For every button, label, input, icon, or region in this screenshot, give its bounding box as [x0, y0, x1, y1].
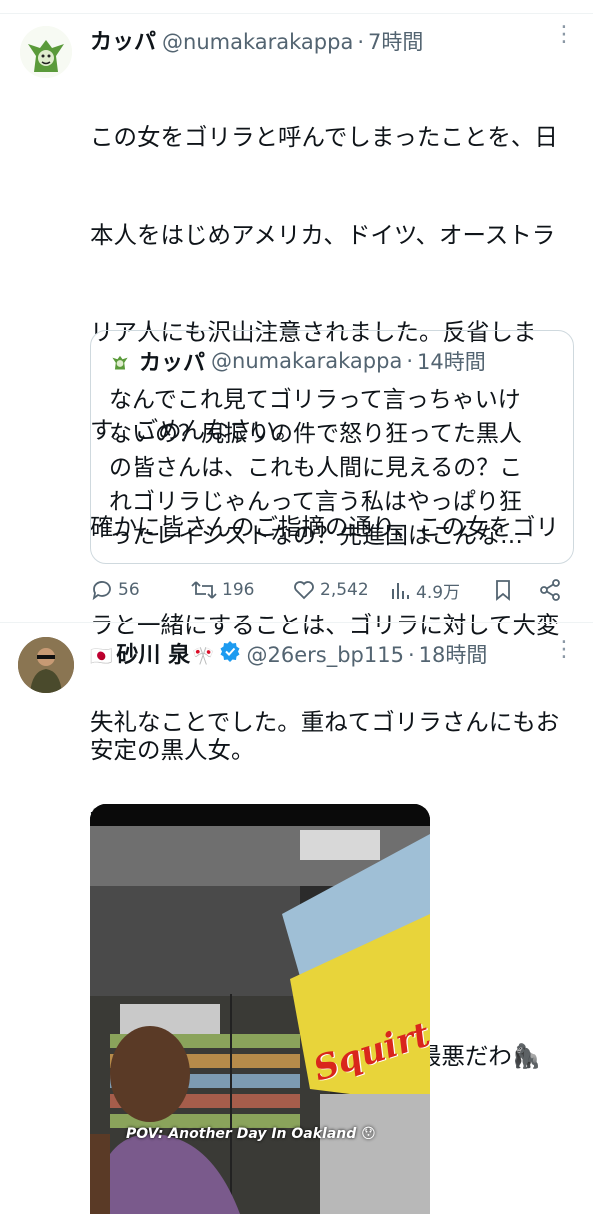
text-line: この女をゴリラと呼んでしまったことを、日 [90, 123, 558, 151]
quoted-tweet[interactable]: カッパ @numakarakappa · 14時間 なんでこれ見てゴリラって言っ… [90, 330, 574, 564]
quote-header: カッパ @numakarakappa · 14時間 [109, 345, 486, 377]
text-line: の皆さんは、これも人間に見えるの？こ [109, 455, 523, 481]
text-line: ないの？尻振りの件で怒り狂ってた黒人 [109, 421, 522, 447]
author-name[interactable]: カッパ [90, 24, 156, 56]
sunagawa-avatar[interactable] [18, 637, 74, 693]
quote-author-handle: @numakarakappa [211, 349, 403, 373]
more-options-icon[interactable]: ⋮ [553, 22, 575, 47]
text-line: 本人をはじめアメリカ、ドイツ、オーストラ [90, 220, 556, 249]
views-icon [392, 582, 409, 599]
crossed-flags-emoji: 🎌 [192, 646, 215, 667]
video-caption: POV: Another Day In Oakland 😯 [126, 1126, 376, 1142]
repost-icon [191, 581, 217, 599]
view-count: 4.9万 [416, 583, 461, 603]
more-options-icon[interactable]: ⋮ [553, 637, 575, 662]
text-line: ったレイシストなの？先進国はこんな… [109, 523, 523, 549]
like-button[interactable]: 2,542 [292, 578, 369, 602]
quote-author-name: カッパ [139, 351, 206, 376]
reply-button[interactable]: 56 [90, 578, 140, 602]
separator-dot: · [407, 643, 415, 667]
author-handle[interactable]: @26ers_bp115 [247, 643, 404, 667]
timestamp[interactable]: 7時間 [368, 26, 423, 56]
bookmark-icon [496, 580, 510, 601]
reply-icon [92, 581, 111, 601]
author-handle[interactable]: @numakarakappa [162, 30, 353, 54]
kappa-icon [20, 26, 72, 78]
quote-text: なんでこれ見てゴリラって言っちゃいけ ないの？尻振りの件で怒り狂ってた黒人 の皆… [109, 383, 559, 553]
separator-dot: · [357, 30, 364, 54]
text-line: なんでこれ見てゴリラって言っちゃいけ [109, 387, 521, 413]
text-line: 安定の黒人女。 [90, 736, 255, 764]
kappa-avatar[interactable] [20, 26, 72, 78]
kappa-small-icon [112, 355, 128, 370]
action-bar: 56 196 2,542 4.9万 [90, 578, 580, 610]
video-frame [90, 804, 430, 1214]
quote-timestamp: 14時間 [417, 350, 486, 374]
repost-count: 196 [222, 580, 255, 600]
tweet-kappa[interactable]: カッパ @numakarakappa · 7時間 ⋮ この女をゴリラと呼んでしま… [0, 0, 593, 834]
separator-dot: · [406, 349, 413, 373]
heart-icon [294, 581, 314, 600]
japan-flag-emoji: 🇯🇵 [90, 646, 113, 667]
person-icon [18, 637, 74, 693]
views-button[interactable]: 4.9万 [390, 578, 460, 603]
tweet-video[interactable]: Squirt POV: Another Day In Oakland 😯 [90, 804, 430, 1214]
share-icon [540, 579, 560, 601]
like-count: 2,542 [320, 580, 369, 600]
bookmark-button[interactable] [492, 578, 518, 602]
tweet-header: カッパ @numakarakappa · 7時間 [90, 24, 553, 56]
repost-button[interactable]: 196 [190, 578, 254, 602]
text-line: れゴリラじゃんって言う私はやっぱり狂 [109, 489, 522, 515]
verified-badge-icon [219, 640, 241, 666]
reply-count: 56 [118, 580, 140, 600]
share-button[interactable] [538, 578, 566, 602]
